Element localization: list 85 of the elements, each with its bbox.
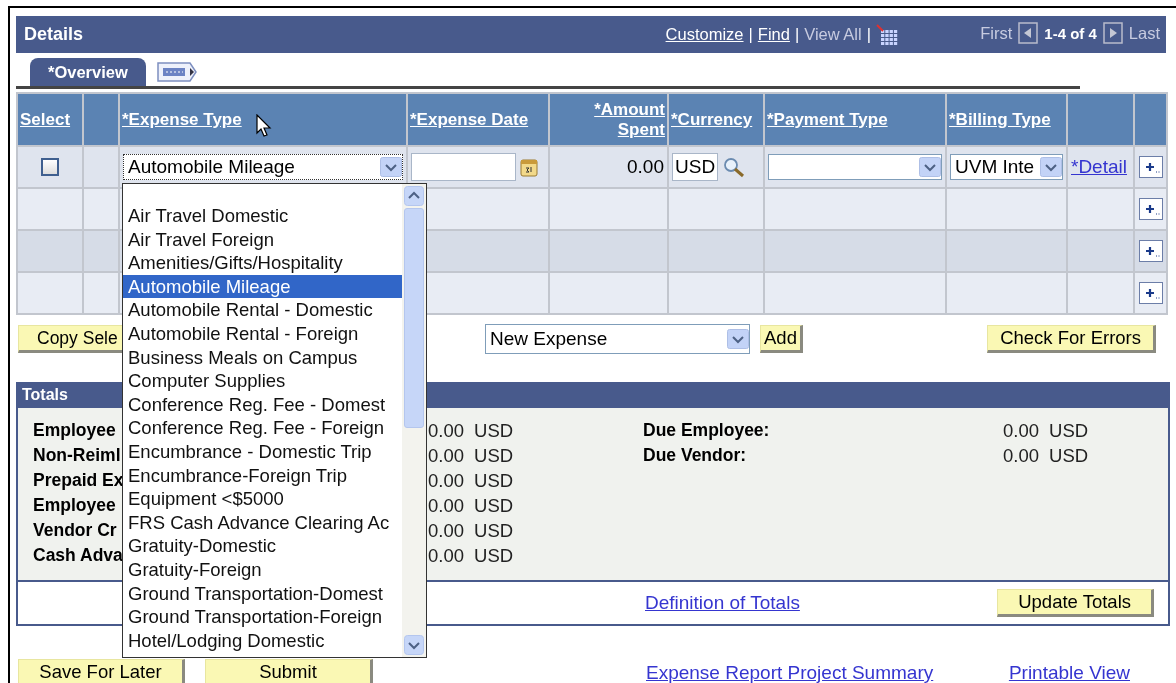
dropdown-option[interactable]: Gratuity-Foreign: [123, 557, 402, 582]
calendar-icon[interactable]: [520, 157, 538, 177]
footer-link[interactable]: Printable View: [1008, 662, 1130, 683]
dropdown-option[interactable]: Ground Transportation-Domest: [123, 581, 402, 606]
amount-text: 0.00: [1003, 445, 1039, 468]
total-label: Vendor Cr: [33, 520, 117, 542]
next-icon[interactable]: [1102, 22, 1123, 44]
currency-text: USD: [474, 520, 514, 543]
dropdown-option[interactable]: Air Travel Domestic: [123, 204, 402, 228]
currency-text: USD: [1049, 445, 1089, 468]
currency-text: USD: [474, 495, 514, 518]
total-label: Prepaid Ex: [33, 470, 124, 492]
caret-icon: [380, 157, 402, 177]
expense-type-select[interactable]: Automobile Mileage: [123, 154, 403, 180]
currency-text: USD: [1049, 420, 1089, 443]
dropdown-option[interactable]: Business Meals on Campus: [123, 345, 402, 370]
definition-link[interactable]: Definition of Totals: [645, 592, 800, 614]
check-for-errors-button[interactable]: Check For Errors: [987, 325, 1156, 353]
amount-text: 0.00: [1003, 420, 1039, 443]
total-label: Non-Reiml: [33, 445, 121, 467]
dropdown-option[interactable]: Conference Reg. Fee - Foreign: [123, 416, 402, 440]
amount-text: 0.00: [428, 495, 464, 518]
total-label: Due Vendor:: [643, 445, 747, 467]
toolbar-link[interactable]: Find: [757, 25, 790, 44]
amount-text: 0.00: [428, 420, 464, 443]
scroll-up-icon[interactable]: [404, 186, 424, 206]
dropdown-option[interactable]: Equipment <$5000: [123, 487, 402, 511]
dropdown-option[interactable]: Automobile Mileage: [123, 274, 402, 299]
toolbar-link[interactable]: Customize: [665, 25, 744, 44]
show-all-columns-icon[interactable]: [155, 59, 200, 84]
dropdown-option[interactable]: Hotel/Lodging Domestic: [123, 628, 402, 653]
billing-type-select[interactable]: UVM Inte: [950, 154, 1063, 180]
amount-text: 0.00: [428, 520, 464, 543]
cursor-icon: [256, 114, 272, 138]
dropdown-option[interactable]: Encumbrance-Foreign Trip: [123, 463, 402, 488]
separator: |: [794, 25, 800, 44]
currency-text: USD: [474, 470, 514, 493]
amount-text: 0.00: [627, 156, 664, 177]
dropdown-option[interactable]: Automobile Rental - Foreign: [123, 321, 402, 346]
total-label: Employee: [33, 420, 116, 442]
add-row-button[interactable]: [1138, 240, 1163, 262]
add-row-button[interactable]: [1138, 156, 1163, 178]
separator: |: [748, 25, 753, 44]
currency-text: USD: [474, 445, 514, 468]
dropdown-option[interactable]: Gratuity-Domestic: [123, 534, 402, 558]
new-expense-select[interactable]: New Expense: [485, 324, 750, 354]
column-header[interactable]: *Expense Type: [122, 109, 242, 130]
tab[interactable]: *Overview: [30, 58, 146, 86]
currency-field[interactable]: USD: [672, 153, 718, 181]
caret-icon: [919, 157, 941, 177]
section-title: Details: [24, 24, 84, 45]
amount-text: 0.00: [428, 445, 464, 468]
checkbox[interactable]: [41, 158, 59, 176]
dropdown-option[interactable]: Amenities/Gifts/Hospitality: [123, 251, 402, 275]
total-label: Employee: [33, 495, 116, 517]
currency-text: USD: [474, 545, 514, 568]
page-range: 1-4 of 4: [1044, 24, 1097, 42]
add-button[interactable]: Add: [760, 325, 803, 353]
scrollbar[interactable]: [402, 184, 426, 657]
add-row-button[interactable]: [1138, 282, 1163, 304]
amount-text: 0.00: [428, 545, 464, 568]
total-label: Cash Adva: [33, 545, 123, 567]
footer-button[interactable]: Save For Later: [18, 659, 185, 683]
update-totals-button[interactable]: Update Totals: [997, 589, 1154, 617]
caret-icon: [727, 329, 749, 349]
dropdown-option[interactable]: FRS Cash Advance Clearing Ac: [123, 510, 402, 535]
toolbar-link[interactable]: View All: [804, 25, 862, 44]
dropdown-option[interactable]: Automobile Rental - Domestic: [123, 298, 402, 322]
footer-button[interactable]: Submit: [205, 659, 373, 683]
separator: |: [866, 25, 871, 44]
footer-link[interactable]: Expense Report Project Summary: [646, 662, 934, 683]
grid-icon[interactable]: [876, 23, 898, 46]
search-icon[interactable]: [722, 156, 746, 178]
dropdown-option[interactable]: Encumbrance - Domestic Trip: [123, 439, 402, 464]
caret-icon: [1040, 157, 1062, 177]
copy-selected-button[interactable]: Copy Sele: [18, 325, 122, 353]
amount-text: 0.00: [428, 470, 464, 493]
previous-icon[interactable]: [1018, 22, 1039, 44]
total-label: Due Employee:: [643, 420, 770, 442]
add-row-button[interactable]: [1138, 198, 1163, 220]
dropdown-option[interactable]: Ground Transportation-Foreign: [123, 605, 402, 629]
scroll-thumb[interactable]: [404, 208, 424, 428]
scroll-down-icon[interactable]: [404, 635, 424, 655]
dropdown-option[interactable]: Air Travel Foreign: [123, 227, 402, 252]
currency-text: USD: [474, 420, 514, 443]
